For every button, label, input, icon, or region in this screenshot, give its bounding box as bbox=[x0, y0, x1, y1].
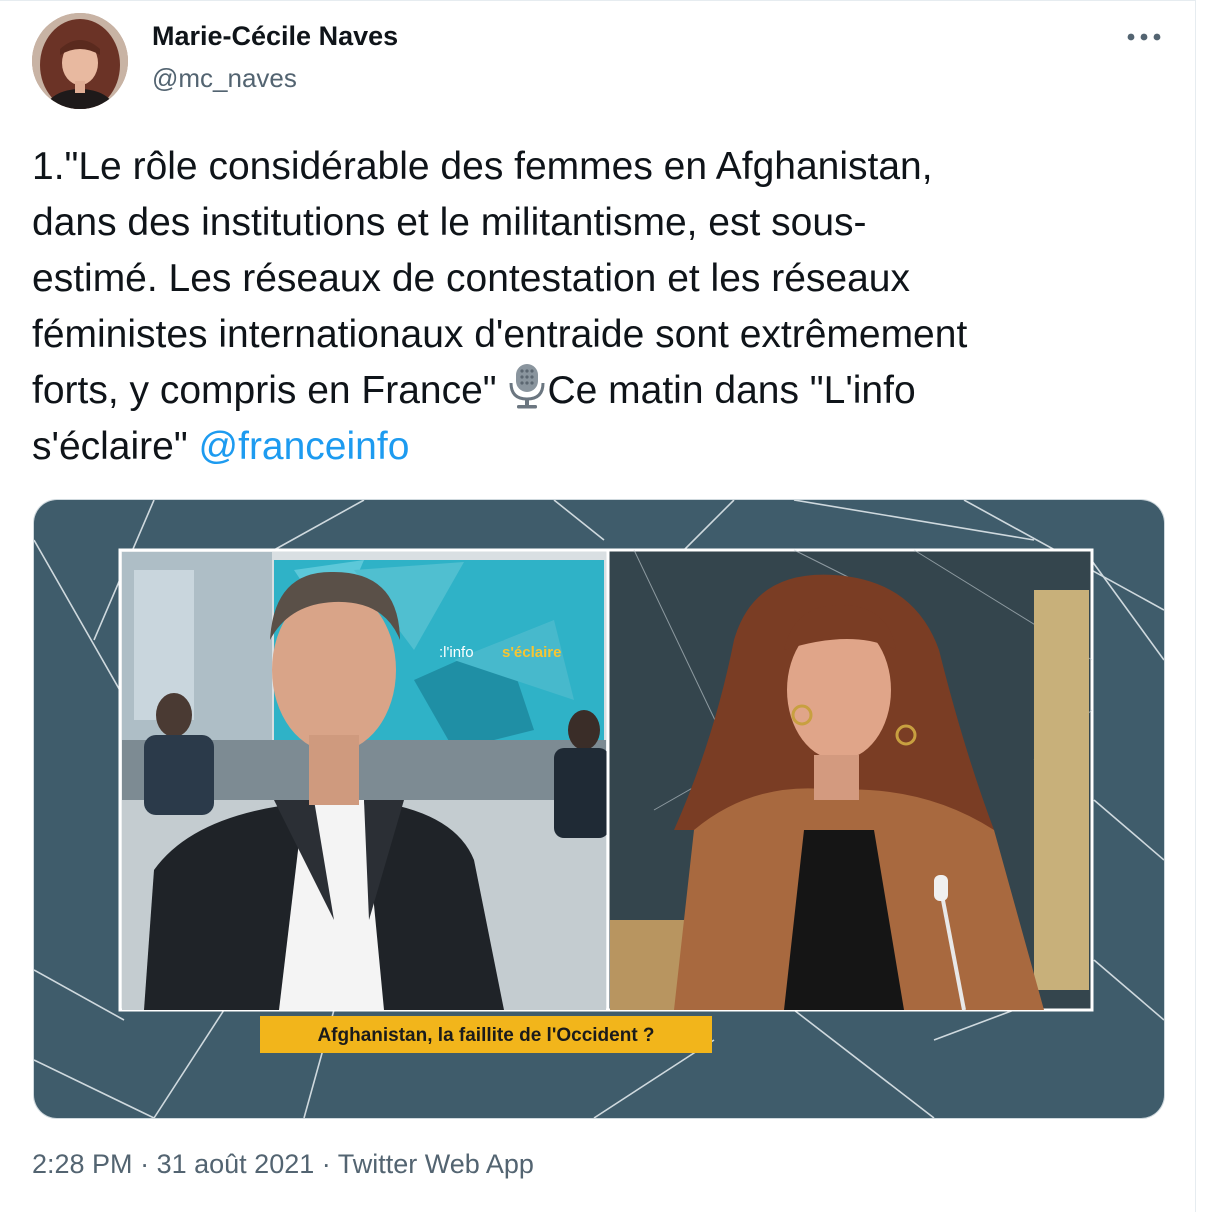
microphone-icon bbox=[509, 364, 545, 409]
avatar[interactable] bbox=[32, 13, 128, 109]
more-dots-icon bbox=[1127, 33, 1161, 41]
author-name[interactable]: Marie-Cécile Naves bbox=[152, 21, 398, 52]
separator: · bbox=[140, 1149, 150, 1179]
mention-link[interactable]: @franceinfo bbox=[199, 425, 410, 468]
tweet-card: Marie-Cécile Naves @mc_naves 1."Le rôle … bbox=[0, 0, 1196, 1212]
tweet-source[interactable]: Twitter Web App bbox=[338, 1149, 534, 1179]
avatar-image bbox=[32, 13, 128, 109]
tweet-text: 1."Le rôle considérable des femmes en Af… bbox=[32, 139, 1177, 475]
tweet-time[interactable]: 2:28 PM bbox=[32, 1149, 133, 1179]
tweet-date[interactable]: 31 août 2021 bbox=[157, 1149, 315, 1179]
author-handle[interactable]: @mc_naves bbox=[152, 63, 297, 94]
screen-label-prefix: :l'info bbox=[439, 644, 474, 661]
media-banner-text: Afghanistan, la faillite de l'Occident ? bbox=[317, 1025, 654, 1046]
media-image: :l'info s'éclaire Afghanistan, la failli… bbox=[34, 500, 1164, 1118]
screen-label-accent: s'éclaire bbox=[502, 644, 561, 661]
tweet-media[interactable]: :l'info s'éclaire Afghanistan, la failli… bbox=[33, 499, 1165, 1119]
separator: · bbox=[321, 1149, 331, 1179]
tweet-metadata: 2:28 PM · 31 août 2021 · Twitter Web App bbox=[32, 1149, 534, 1180]
more-options-button[interactable] bbox=[1122, 21, 1166, 53]
